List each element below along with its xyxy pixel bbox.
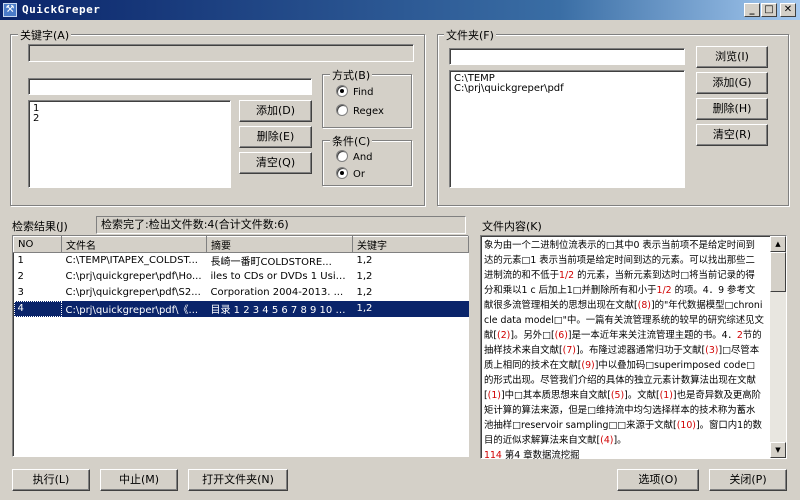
cell-no: 4 xyxy=(13,300,62,317)
keyword-add-button[interactable]: 添加(D) xyxy=(239,100,312,122)
folder-input[interactable] xyxy=(449,48,685,65)
content-segment: ]是一本近年来关注流管理主题的书。4． xyxy=(567,330,737,341)
column-header-no[interactable]: NO xyxy=(13,236,62,253)
content-segment: (10) xyxy=(676,420,696,431)
cell-keywords: 1,2 xyxy=(352,300,469,317)
content-segment: (9) xyxy=(581,360,595,371)
folder-list[interactable]: C:\TEMP C:\prj\quickgreper\pdf xyxy=(449,70,685,188)
condition-or-radio[interactable]: Or xyxy=(336,167,365,180)
cell-file: C:\prj\quickgreper\pdf\Ho... xyxy=(65,271,202,282)
open-folder-button[interactable]: 打开文件夹(N) xyxy=(188,469,288,491)
close-window-button[interactable]: ✕ xyxy=(780,3,796,17)
content-segment: (5) xyxy=(610,390,625,401)
stop-button[interactable]: 中止(M) xyxy=(100,469,178,491)
title-bar: ⚒ QuickGreper _ □ ✕ xyxy=(0,0,800,20)
content-segment: ]中□其本质思想来自文献[ xyxy=(500,390,611,401)
scroll-up-icon[interactable]: ▲ xyxy=(770,236,786,252)
keyword-list[interactable]: 1 2 xyxy=(28,100,231,188)
app-icon[interactable]: ⚒ xyxy=(3,3,17,17)
mode-group-label: 方式(B) xyxy=(330,67,373,83)
results-label: 检索结果(J) xyxy=(12,220,68,233)
content-segment: 1/2 xyxy=(559,270,575,281)
options-button[interactable]: 选项(O) xyxy=(617,469,699,491)
content-segment: (2) xyxy=(497,330,511,341)
radio-unchecked-icon xyxy=(336,150,348,162)
condition-group-label: 条件(C) xyxy=(330,133,373,149)
cell-summary: iles to CDs or DVDs 1 Usin... xyxy=(210,271,352,282)
keywords-group-label: 关键字(A) xyxy=(18,27,72,43)
mode-find-radio[interactable]: Find xyxy=(336,85,374,98)
column-header-keywords[interactable]: 关键字 xyxy=(352,236,469,253)
folder-browse-button[interactable]: 浏览(I) xyxy=(696,46,768,68)
scroll-thumb[interactable] xyxy=(770,252,786,292)
cell-summary: 目录 1 2 3 4 5 6 7 8 9 10 1... xyxy=(206,300,353,317)
cell-keywords: 1,2 xyxy=(356,271,373,282)
table-row-selected[interactable]: 4 C:\prj\quickgreper\pdf\《... 目录 1 2 3 4… xyxy=(13,300,469,317)
file-content-text: 象为由一个二进制位流表示的□其中0 表示当前项不是给定时间到达的元素□1 表示当… xyxy=(484,238,764,463)
content-segment: (1) xyxy=(487,390,501,401)
cell-no: 2 xyxy=(17,271,24,282)
content-segment: (8) xyxy=(637,300,651,311)
content-segment: (1) xyxy=(659,390,673,401)
content-segment: (3) xyxy=(705,345,719,356)
window-title: QuickGreper xyxy=(22,3,101,16)
cell-file: C:\prj\quickgreper\pdf\《... xyxy=(61,300,207,317)
content-segment: (4) xyxy=(600,435,614,446)
radio-checked-icon xyxy=(336,85,348,97)
condition-and-radio[interactable]: And xyxy=(336,150,373,163)
file-content-viewer[interactable]: 象为由一个二进制位流表示的□其中0 表示当前项不是给定时间到达的元素□1 表示当… xyxy=(480,235,787,461)
results-header-row: NO 文件名 摘要 关键字 xyxy=(13,236,469,253)
content-segment: ]。布隆过滤器通常归功于文献[ xyxy=(575,345,706,356)
run-button[interactable]: 执行(L) xyxy=(12,469,90,491)
results-status: 检索完了:检出文件数:4(合计文件数:6) xyxy=(96,216,466,234)
cell-summary: Corporation 2004-2013. ... xyxy=(210,287,344,298)
folders-group-label: 文件夹(F) xyxy=(444,27,496,43)
folder-list-item[interactable]: C:\prj\quickgreper\pdf xyxy=(454,84,564,94)
table-row[interactable]: 1 C:\TEMP\ITAPEX_COLDST... 長崎一番町COLDSTOR… xyxy=(14,253,469,269)
results-table: NO 文件名 摘要 关键字 1 C:\TEMP\ITAPEX_COLDST...… xyxy=(13,236,469,317)
maximize-button[interactable]: □ xyxy=(761,3,777,17)
keywords-status-bar xyxy=(28,44,414,62)
keyword-delete-button[interactable]: 删除(E) xyxy=(239,126,312,148)
table-row[interactable]: 2 C:\prj\quickgreper\pdf\Ho... iles to C… xyxy=(14,269,469,285)
content-segment: 1/2 xyxy=(656,285,672,296)
cell-file: C:\TEMP\ITAPEX_COLDST... xyxy=(65,255,198,267)
content-segment: (7) xyxy=(562,345,576,356)
close-button[interactable]: 关闭(P) xyxy=(709,469,787,491)
cell-no: 3 xyxy=(17,287,24,298)
cell-file: C:\prj\quickgreper\pdf\S2... xyxy=(65,287,201,298)
radio-checked-icon xyxy=(336,167,348,179)
content-segment: ]。另外□[ xyxy=(510,330,555,341)
folder-clear-button[interactable]: 清空(R) xyxy=(696,124,768,146)
cell-keywords: 1,2 xyxy=(356,287,373,298)
keyword-list-item[interactable]: 2 xyxy=(33,114,39,124)
mode-regex-radio[interactable]: Regex xyxy=(336,104,384,117)
keyword-clear-button[interactable]: 清空(Q) xyxy=(239,152,312,174)
table-row[interactable]: 3 C:\prj\quickgreper\pdf\S2... Corporati… xyxy=(14,285,469,301)
column-header-summary[interactable]: 摘要 xyxy=(206,236,353,253)
column-header-filename[interactable]: 文件名 xyxy=(61,236,207,253)
content-segment: 114 xyxy=(484,450,502,461)
content-segment: ]。文献[ xyxy=(624,390,660,401)
content-segment: (6) xyxy=(554,330,568,341)
folder-add-button[interactable]: 添加(G) xyxy=(696,72,768,94)
content-label: 文件内容(K) xyxy=(482,220,542,233)
content-scrollbar[interactable]: ▲ ▼ xyxy=(770,236,786,458)
content-segment: ]。 xyxy=(613,435,627,446)
cell-summary: 長崎一番町COLDSTORE... xyxy=(210,257,332,269)
content-segment: 第4 章数据流挖掘 xyxy=(501,450,580,461)
minimize-button[interactable]: _ xyxy=(744,3,760,17)
scroll-down-icon[interactable]: ▼ xyxy=(770,442,786,458)
keyword-input[interactable] xyxy=(28,78,312,95)
cell-keywords: 1,2 xyxy=(356,255,373,267)
cell-no: 1 xyxy=(17,255,24,267)
radio-unchecked-icon xyxy=(336,104,348,116)
results-table-container[interactable]: NO 文件名 摘要 关键字 1 C:\TEMP\ITAPEX_COLDST...… xyxy=(12,235,469,457)
folder-delete-button[interactable]: 删除(H) xyxy=(696,98,768,120)
